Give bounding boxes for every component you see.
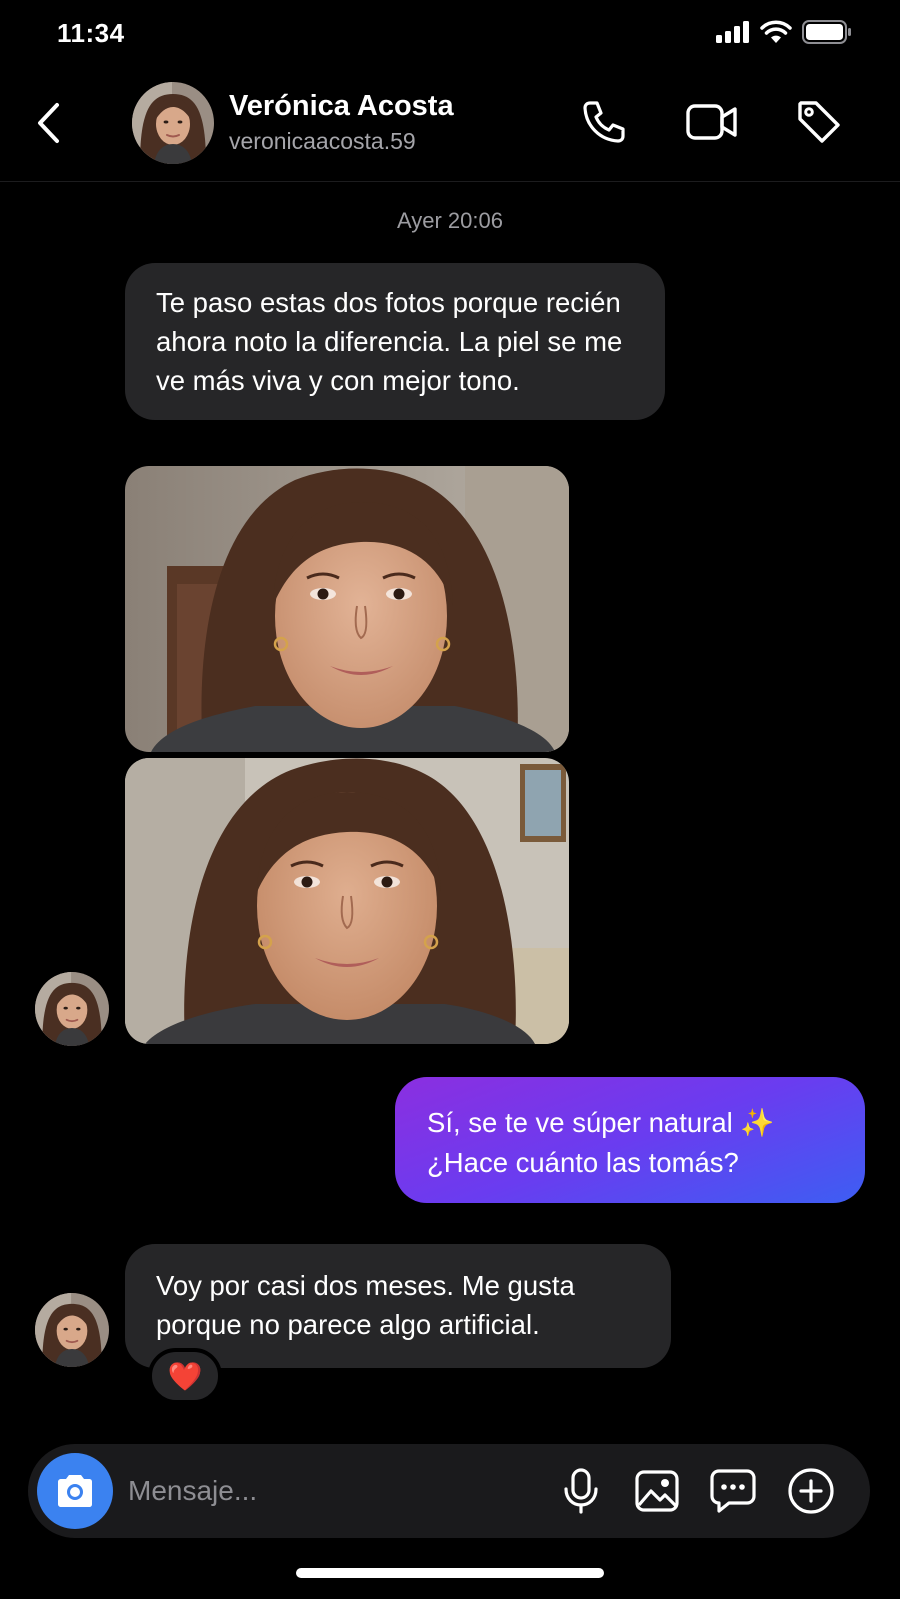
- chevron-left-icon: [38, 103, 59, 143]
- voice-call-button[interactable]: [576, 94, 632, 150]
- sender-avatar[interactable]: [35, 972, 109, 1046]
- phone-icon: [583, 101, 625, 143]
- message-text: Te paso estas dos fotos porque recién ah…: [156, 287, 623, 396]
- plus-circle-icon: [788, 1468, 834, 1514]
- video-camera-icon: [686, 104, 737, 140]
- message-text: Voy por casi dos meses. Me gusta porque …: [156, 1270, 575, 1340]
- more-options-button[interactable]: [784, 1464, 838, 1518]
- image-icon: [635, 1470, 679, 1512]
- contact-name[interactable]: Verónica Acosta: [229, 90, 454, 123]
- conversation-header: Verónica Acosta veronicaacosta.59: [0, 70, 900, 182]
- status-bar: 11:34: [0, 0, 900, 70]
- avatar-image: [35, 972, 109, 1046]
- heart-icon: ❤️: [167, 1360, 203, 1392]
- status-time: 11:34: [57, 18, 125, 48]
- camera-button[interactable]: [37, 1453, 113, 1529]
- sender-avatar[interactable]: [35, 1293, 109, 1367]
- incoming-message-bubble[interactable]: Voy por casi dos meses. Me gusta porque …: [125, 1244, 671, 1368]
- video-call-button[interactable]: [684, 94, 740, 150]
- message-text-line: Sí, se te ve súper natural ✨: [427, 1107, 775, 1138]
- contact-avatar[interactable]: [132, 82, 214, 164]
- avatar-image: [35, 1293, 109, 1367]
- voice-message-button[interactable]: [554, 1464, 608, 1518]
- message-composer: [28, 1444, 870, 1538]
- back-button[interactable]: [28, 98, 68, 148]
- selfie-photo: [125, 466, 569, 752]
- camera-icon: [58, 1475, 92, 1507]
- photo-attachment[interactable]: [125, 758, 569, 1044]
- microphone-icon: [564, 1468, 598, 1514]
- sticker-button[interactable]: [706, 1464, 760, 1518]
- home-indicator: [296, 1568, 604, 1578]
- outgoing-message-bubble[interactable]: Sí, se te ve súper natural ✨ ¿Hace cuánt…: [395, 1077, 865, 1203]
- photo-attachment[interactable]: [125, 466, 569, 752]
- gallery-button[interactable]: [630, 1464, 684, 1518]
- chat-bubble-icon: [710, 1469, 756, 1513]
- selfie-photo: [125, 758, 569, 1044]
- contact-handle[interactable]: veronicaacosta.59: [229, 128, 416, 155]
- tag-button[interactable]: [791, 94, 847, 150]
- avatar-image: [132, 82, 214, 164]
- status-icons: [716, 20, 852, 44]
- tag-icon: [798, 101, 840, 143]
- message-input[interactable]: [128, 1466, 528, 1516]
- incoming-message-bubble[interactable]: Te paso estas dos fotos porque recién ah…: [125, 263, 665, 420]
- heart-reaction[interactable]: ❤️: [148, 1348, 222, 1404]
- wifi-icon: [760, 20, 792, 43]
- message-text-line: ¿Hace cuánto las tomás?: [427, 1147, 739, 1178]
- thread-timestamp: Ayer 20:06: [396, 208, 503, 233]
- cellular-signal-icon: [716, 21, 749, 43]
- battery-icon: [802, 20, 851, 44]
